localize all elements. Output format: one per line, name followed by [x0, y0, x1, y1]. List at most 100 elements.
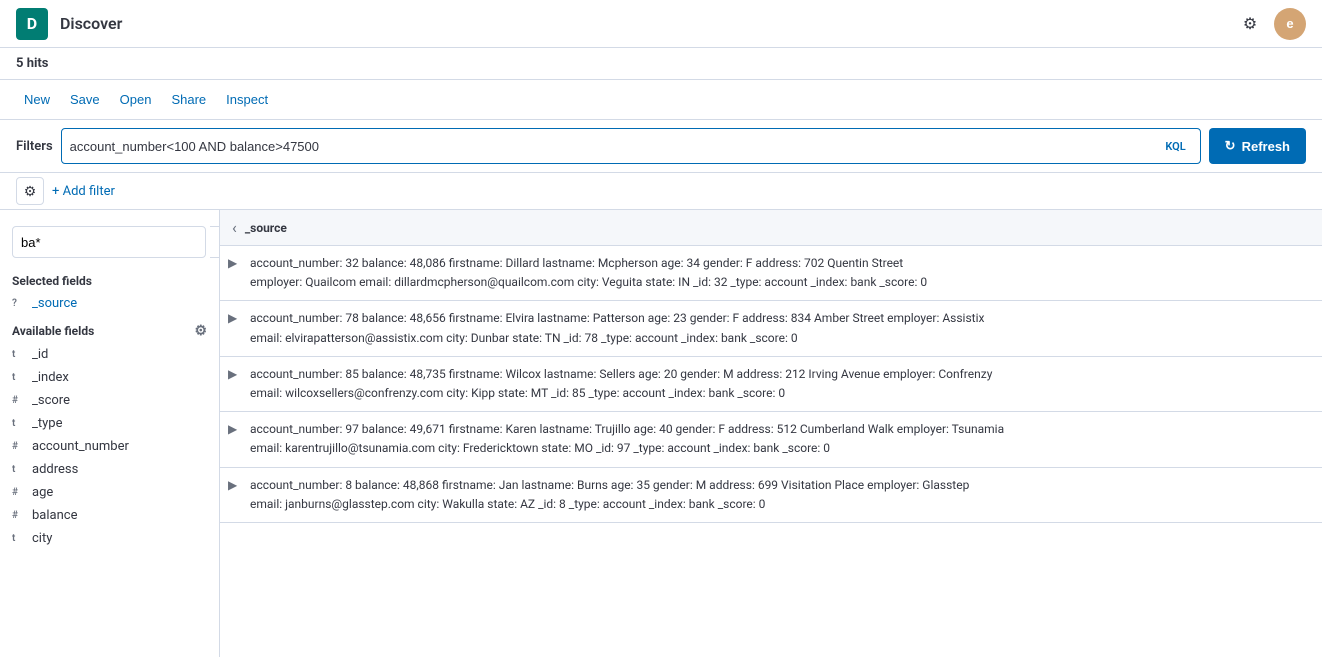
- available-field-item[interactable]: t address: [0, 458, 219, 481]
- available-field-item[interactable]: # _score: [0, 389, 219, 412]
- available-field-item[interactable]: # account_number: [0, 435, 219, 458]
- kql-badge[interactable]: KQL: [1159, 138, 1191, 155]
- refresh-button[interactable]: ↻ Refresh: [1209, 128, 1306, 164]
- result-line1: account_number: 8 balance: 48,868 firstn…: [250, 476, 1310, 495]
- result-row: ▶ account_number: 8 balance: 48,868 firs…: [220, 468, 1322, 523]
- field-name: _type: [32, 416, 62, 431]
- field-name: _id: [32, 347, 48, 362]
- selected-fields-title: Selected fields: [12, 274, 92, 288]
- field-type: ?: [12, 298, 26, 309]
- expand-row-btn[interactable]: ▶: [228, 367, 244, 381]
- available-field-item[interactable]: t _id: [0, 343, 219, 366]
- selected-field-item[interactable]: ? _source: [0, 292, 219, 315]
- action-toolbar: New Save Open Share Inspect: [0, 80, 1322, 120]
- available-field-item[interactable]: tcity: [0, 527, 219, 550]
- result-line1: account_number: 85 balance: 48,735 first…: [250, 365, 1310, 384]
- field-type: t: [12, 418, 26, 429]
- field-name: age: [32, 485, 53, 500]
- result-line1: account_number: 97 balance: 49,671 first…: [250, 420, 1310, 439]
- result-row-header: ▶ account_number: 78 balance: 48,656 fir…: [228, 309, 1310, 347]
- field-name: account_number: [32, 439, 129, 454]
- top-bar-icons: ⚙ e: [1234, 8, 1306, 40]
- refresh-icon: ↻: [1225, 138, 1236, 154]
- result-line2: email: janburns@glasstep.com city: Wakul…: [250, 495, 1310, 514]
- result-row-header: ▶ account_number: 97 balance: 49,671 fir…: [228, 420, 1310, 458]
- result-row-header: ▶ account_number: 32 balance: 48,086 fir…: [228, 254, 1310, 292]
- field-type: t: [12, 349, 26, 360]
- new-button[interactable]: New: [16, 88, 58, 111]
- selected-fields-section: Selected fields: [0, 266, 219, 292]
- result-row: ▶ account_number: 97 balance: 49,671 fir…: [220, 412, 1322, 467]
- open-button[interactable]: Open: [112, 88, 160, 111]
- main-content: ▾ Selected fields ? _source Available fie…: [0, 210, 1322, 657]
- result-line2: email: karentrujillo@tsunamia.com city: …: [250, 439, 1310, 458]
- field-type: #: [12, 487, 26, 498]
- result-row-header: ▶ account_number: 8 balance: 48,868 firs…: [228, 476, 1310, 514]
- expand-row-btn[interactable]: ▶: [228, 311, 244, 325]
- field-search-input[interactable]: [12, 226, 206, 258]
- field-search-dropdown[interactable]: ▾: [210, 226, 220, 258]
- available-fields-section: Available fields ⚙: [0, 315, 219, 343]
- app-icon: D: [16, 8, 48, 40]
- filter-input[interactable]: [70, 139, 1160, 154]
- result-row: ▶ account_number: 78 balance: 48,656 fir…: [220, 301, 1322, 356]
- result-content: account_number: 32 balance: 48,086 first…: [250, 254, 1310, 292]
- share-button[interactable]: Share: [163, 88, 214, 111]
- result-line2: employer: Quailcom email: dillardmcphers…: [250, 273, 1310, 292]
- field-type: #: [12, 441, 26, 452]
- hits-bar: 5 hits: [0, 48, 1322, 80]
- source-header: ‹ _source: [220, 210, 1322, 246]
- filter-label: Filters: [16, 139, 53, 154]
- field-type: #: [12, 510, 26, 521]
- filter-input-wrap: KQL: [61, 128, 1201, 164]
- filter-bar: Filters KQL ↻ Refresh: [0, 120, 1322, 173]
- result-row-header: ▶ account_number: 85 balance: 48,735 fir…: [228, 365, 1310, 403]
- available-fields-list: t_idt_index#_scoret_type#account_numbert…: [0, 343, 219, 550]
- field-search-wrap: ▾: [0, 218, 219, 266]
- available-fields-gear-icon[interactable]: ⚙: [194, 323, 207, 339]
- app-title: Discover: [60, 14, 1234, 33]
- available-field-item[interactable]: t _index: [0, 366, 219, 389]
- result-content: account_number: 85 balance: 48,735 first…: [250, 365, 1310, 403]
- expand-row-btn[interactable]: ▶: [228, 256, 244, 270]
- available-field-item[interactable]: # balance: [0, 504, 219, 527]
- available-field-item[interactable]: t _type: [0, 412, 219, 435]
- add-filter-link[interactable]: + Add filter: [52, 184, 115, 199]
- result-line1: account_number: 32 balance: 48,086 first…: [250, 254, 1310, 273]
- result-line1: account_number: 78 balance: 48,656 first…: [250, 309, 1310, 328]
- settings-icon-btn[interactable]: ⚙: [1234, 8, 1266, 40]
- result-row: ▶ account_number: 32 balance: 48,086 fir…: [220, 246, 1322, 301]
- sidebar: ▾ Selected fields ? _source Available fie…: [0, 210, 220, 657]
- field-name: _index: [32, 370, 69, 385]
- selected-fields-list: ? _source: [0, 292, 219, 315]
- field-type: t: [12, 464, 26, 475]
- results-list: ▶ account_number: 32 balance: 48,086 fir…: [220, 246, 1322, 523]
- field-name: _source: [32, 296, 77, 311]
- results-area: ‹ _source ▶ account_number: 32 balance: …: [220, 210, 1322, 657]
- field-type: #: [12, 395, 26, 406]
- top-bar: D Discover ⚙ e: [0, 0, 1322, 48]
- options-bar: ⚙ + Add filter: [0, 173, 1322, 210]
- result-content: account_number: 78 balance: 48,656 first…: [250, 309, 1310, 347]
- result-row: ▶ account_number: 85 balance: 48,735 fir…: [220, 357, 1322, 412]
- field-name: balance: [32, 508, 77, 523]
- available-field-item[interactable]: # age: [0, 481, 219, 504]
- field-type: t: [12, 372, 26, 383]
- expand-row-btn[interactable]: ▶: [228, 478, 244, 492]
- available-fields-title: Available fields: [12, 324, 94, 338]
- query-settings-btn[interactable]: ⚙: [16, 177, 44, 205]
- inspect-button[interactable]: Inspect: [218, 88, 276, 111]
- field-name: address: [32, 462, 78, 477]
- user-avatar-btn[interactable]: e: [1274, 8, 1306, 40]
- result-line2: email: wilcoxsellers@confrenzy.com city:…: [250, 384, 1310, 403]
- field-type: t: [12, 533, 26, 544]
- field-name: city: [32, 531, 52, 546]
- result-content: account_number: 97 balance: 49,671 first…: [250, 420, 1310, 458]
- source-label: _source: [245, 221, 287, 235]
- expand-row-btn[interactable]: ▶: [228, 422, 244, 436]
- collapse-sidebar-btn[interactable]: ‹: [232, 218, 237, 237]
- save-button[interactable]: Save: [62, 88, 108, 111]
- field-name: _score: [32, 393, 70, 408]
- hits-count: 5 hits: [16, 56, 49, 71]
- result-line2: email: elvirapatterson@assistix.com city…: [250, 329, 1310, 348]
